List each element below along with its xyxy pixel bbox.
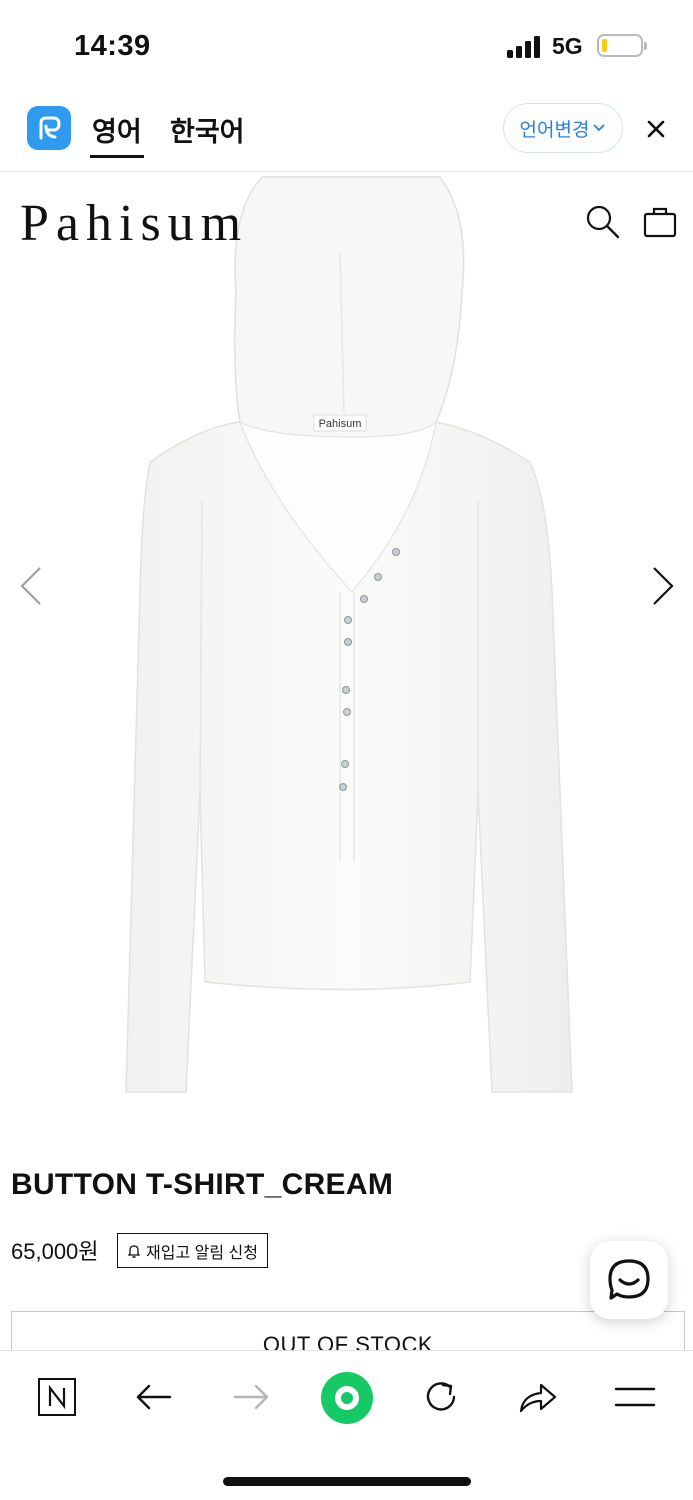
home-indicator	[223, 1477, 471, 1486]
translate-bar: 영어 한국어 언어변경	[0, 92, 693, 172]
share-icon[interactable]	[516, 1375, 560, 1419]
close-icon[interactable]	[641, 114, 671, 144]
change-language-label: 언어변경	[519, 119, 590, 141]
battery-icon	[597, 34, 647, 57]
reload-icon[interactable]	[419, 1375, 463, 1419]
restock-alert-label: 재입고 알림 신청	[146, 1244, 258, 1262]
search-icon[interactable]	[585, 204, 621, 240]
forward-arrow-icon[interactable]	[229, 1375, 273, 1419]
chevron-right-icon[interactable]	[646, 564, 680, 608]
active-tab-underline	[90, 155, 144, 158]
network-label: 5G	[552, 33, 583, 59]
product-price: 65,000원	[11, 1239, 99, 1264]
hoodie-illustration: Pahisum	[125, 176, 573, 1093]
chevron-left-icon[interactable]	[14, 564, 48, 608]
status-time: 14:39	[74, 30, 151, 62]
signal-icon	[507, 36, 543, 58]
papago-icon[interactable]	[27, 106, 71, 150]
chevron-down-icon	[593, 124, 606, 132]
product-name: BUTTON T-SHIRT_CREAM	[11, 1168, 394, 1201]
back-arrow-icon[interactable]	[132, 1375, 176, 1419]
tab-korean[interactable]: 한국어	[170, 110, 245, 149]
shopping-bag-icon[interactable]	[642, 205, 678, 239]
product-image[interactable]: Pahisum	[0, 172, 693, 1132]
brand-logo[interactable]: Pahisum	[20, 194, 248, 253]
tab-english[interactable]: 영어	[92, 110, 142, 149]
restock-alert-button[interactable]: 재입고 알림 신청	[117, 1233, 268, 1268]
browser-bottom-bar	[0, 1350, 693, 1500]
garment-label-text: Pahisum	[319, 418, 362, 430]
naver-n-icon[interactable]	[35, 1375, 79, 1419]
green-home-dot-icon[interactable]	[320, 1371, 374, 1425]
chat-bubble-icon	[608, 1259, 650, 1300]
change-language-button[interactable]: 언어변경	[503, 103, 623, 153]
status-bar: 14:39 5G	[0, 0, 693, 92]
bell-icon	[127, 1244, 141, 1258]
chat-button[interactable]	[590, 1241, 668, 1319]
menu-icon[interactable]	[613, 1375, 657, 1419]
